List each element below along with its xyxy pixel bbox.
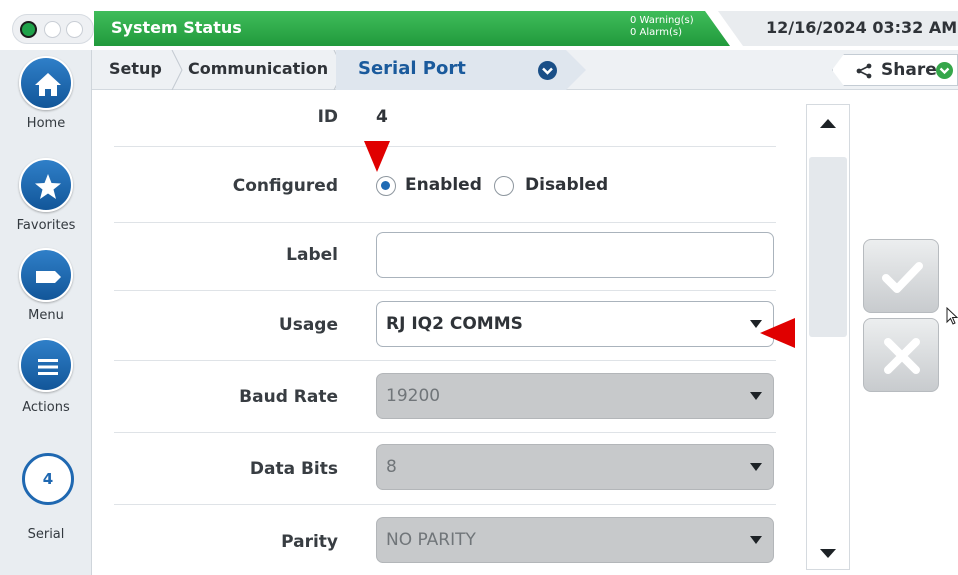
configured-row: Configured Enabled Disabled	[114, 147, 776, 223]
baud-rate-label: Baud Rate	[239, 387, 338, 407]
share-icon	[856, 63, 872, 79]
sidebar-item-menu[interactable]: Menu	[0, 248, 92, 336]
share-button[interactable]: Share	[832, 54, 958, 86]
sidebar-item-label: Menu	[28, 308, 64, 323]
sidebar-item-label: Favorites	[16, 218, 76, 233]
chevron-down-icon	[538, 61, 557, 80]
label-field-label: Label	[286, 245, 338, 265]
sidebar-item-label: Serial	[27, 527, 65, 542]
disabled-radio[interactable]	[494, 176, 514, 196]
parity-select[interactable]: NO PARITY	[376, 517, 774, 563]
system-status-bar[interactable]: System Status 0 Warning(s) 0 Alarm(s)	[94, 11, 730, 46]
system-status-title: System Status	[111, 18, 242, 37]
sidebar-item-actions[interactable]: Actions	[0, 338, 92, 426]
close-icon	[884, 338, 920, 374]
enabled-radio-label: Enabled	[405, 175, 482, 195]
serial-port-form: ID 4 Configured Enabled Disabled Label U…	[92, 90, 798, 575]
breadcrumb-setup[interactable]: Setup	[109, 59, 162, 78]
baud-rate-select[interactable]: 19200	[376, 373, 774, 419]
usage-select[interactable]: RJ IQ2 COMMS	[376, 301, 774, 347]
alarm-count: 0 Alarm(s)	[630, 27, 682, 38]
datetime-text: 12/16/2024 03:32 AM	[766, 18, 958, 37]
sidebar-item-label: Actions	[22, 400, 70, 415]
share-label: Share	[881, 60, 937, 80]
cancel-button[interactable]	[863, 318, 939, 392]
configured-label: Configured	[232, 176, 338, 196]
scroll-up-arrow-icon[interactable]	[820, 119, 836, 128]
baud-rate-value: 19200	[386, 386, 441, 406]
data-bits-value: 8	[386, 457, 397, 477]
disabled-radio-label: Disabled	[525, 175, 609, 195]
breadcrumb-current-label: Serial Port	[358, 58, 466, 79]
usage-label: Usage	[278, 315, 338, 335]
enabled-radio[interactable]	[376, 176, 396, 196]
menu-icon	[19, 248, 73, 302]
label-input[interactable]	[376, 232, 774, 278]
data-bits-label: Data Bits	[249, 459, 338, 479]
data-bits-select[interactable]: 8	[376, 444, 774, 490]
id-label: ID	[317, 107, 338, 127]
parity-row: Parity NO PARITY	[114, 505, 776, 575]
minimize-window-button[interactable]	[44, 21, 61, 38]
id-row: ID 4	[114, 90, 776, 147]
chevron-down-icon	[936, 62, 953, 79]
window-controls	[12, 14, 94, 44]
parity-value: NO PARITY	[386, 530, 476, 550]
sidebar-item-home[interactable]: Home	[0, 56, 92, 144]
star-icon	[19, 158, 73, 212]
usage-row: Usage RJ IQ2 COMMS	[114, 291, 776, 361]
sidebar-item-label: Home	[26, 116, 66, 131]
form-scrollbar[interactable]	[806, 104, 850, 570]
breadcrumb-serial-port[interactable]: Serial Port	[336, 50, 586, 90]
breadcrumb: Setup Communication Serial Port Share	[92, 50, 958, 90]
warning-count: 0 Warning(s)	[630, 15, 694, 26]
mouse-cursor-icon	[946, 307, 958, 325]
checkmark-icon	[882, 262, 923, 293]
baud-rate-row: Baud Rate 19200	[114, 361, 776, 433]
top-bar: System Status 0 Warning(s) 0 Alarm(s) 12…	[0, 0, 958, 50]
breadcrumb-communication[interactable]: Communication	[188, 59, 328, 78]
close-window-button[interactable]	[20, 21, 37, 38]
configured-disabled-option[interactable]: Disabled	[494, 166, 634, 206]
dropdown-arrow-icon	[750, 536, 762, 544]
dropdown-arrow-icon	[750, 463, 762, 471]
maximize-window-button[interactable]	[66, 21, 83, 38]
breadcrumb-separator-icon	[171, 50, 183, 90]
warning-alarm-counts: 0 Warning(s) 0 Alarm(s)	[630, 15, 694, 39]
label-row: Label	[114, 223, 776, 291]
sidebar: Home Favorites Menu Actions 4 Serial	[0, 50, 92, 575]
dropdown-arrow-icon	[750, 392, 762, 400]
list-icon	[19, 338, 73, 392]
usage-select-value: RJ IQ2 COMMS	[386, 314, 523, 334]
id-value: 4	[376, 107, 388, 127]
annotation-arrow-left	[760, 318, 795, 348]
scroll-thumb[interactable]	[809, 157, 847, 337]
save-button[interactable]	[863, 239, 939, 313]
annotation-arrow-down	[364, 141, 390, 172]
parity-label: Parity	[281, 532, 338, 552]
datetime-panel: 12/16/2024 03:32 AM	[718, 11, 958, 46]
data-bits-row: Data Bits 8	[114, 433, 776, 505]
home-icon	[19, 56, 73, 110]
scroll-down-arrow-icon[interactable]	[820, 549, 836, 558]
serial-number-badge: 4	[22, 453, 74, 505]
sidebar-item-favorites[interactable]: Favorites	[0, 158, 92, 246]
